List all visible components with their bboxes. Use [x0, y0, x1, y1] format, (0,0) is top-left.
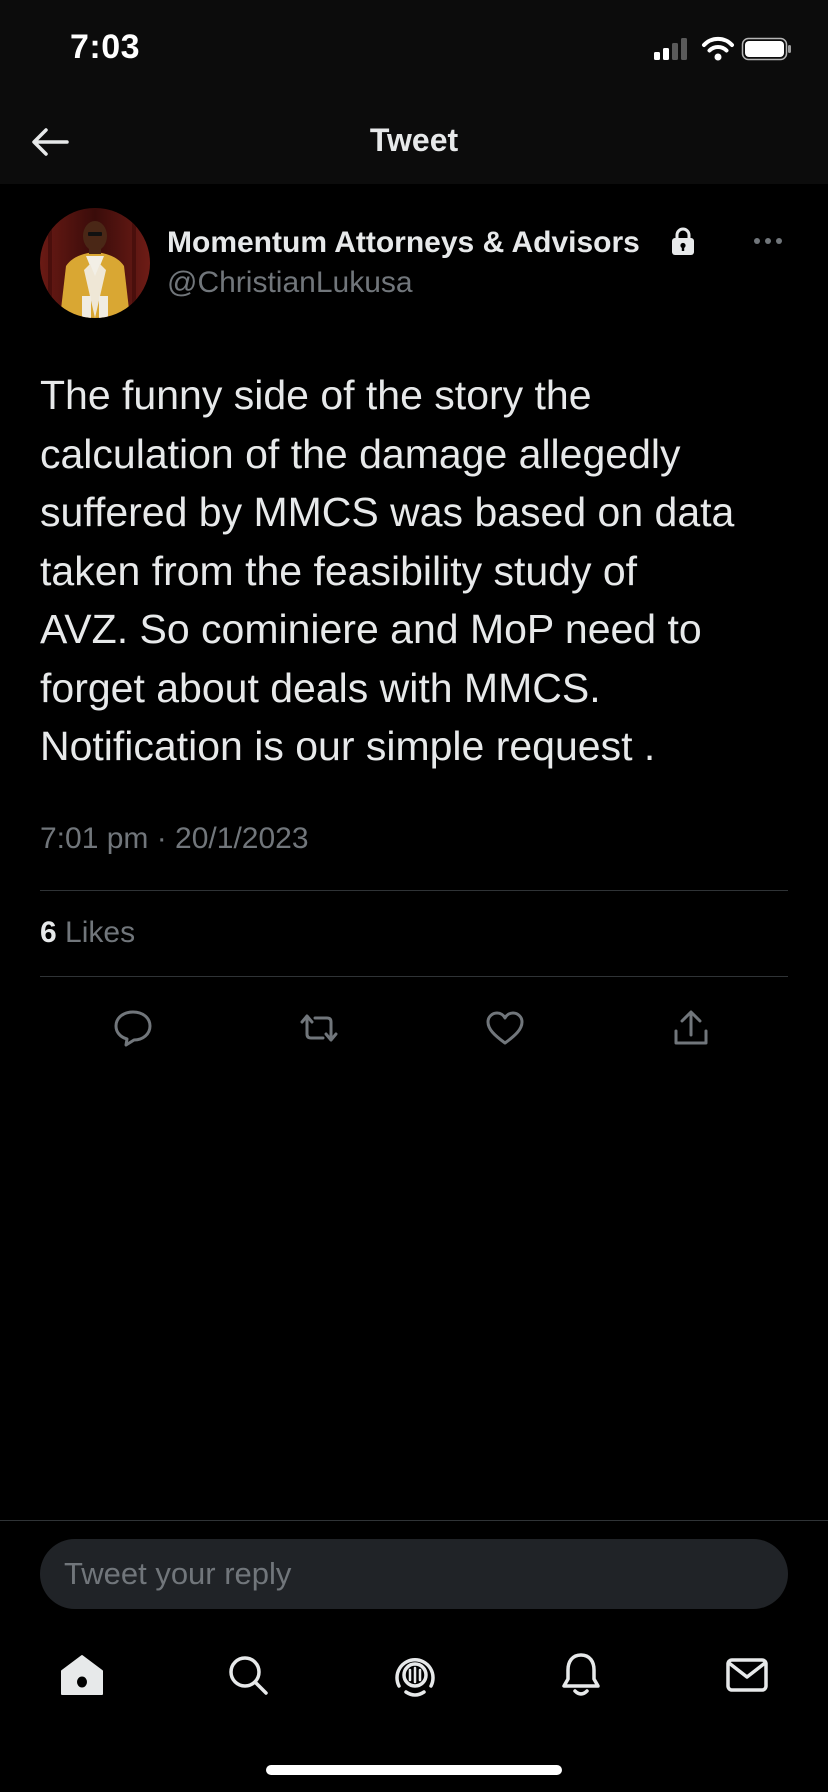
likes-count: 6 [40, 916, 57, 949]
tab-messages[interactable] [712, 1640, 782, 1710]
avatar[interactable] [40, 208, 150, 318]
wifi-icon [702, 36, 734, 61]
tab-bar [0, 1640, 828, 1710]
like-button[interactable] [475, 998, 535, 1058]
status-bar: 7:03 [0, 0, 828, 100]
home-indicator [266, 1765, 562, 1775]
tab-search[interactable] [213, 1640, 283, 1710]
search-icon [229, 1656, 268, 1695]
reply-bar [0, 1520, 828, 1619]
tweet-text-line: suffered by MMCS was based on data [40, 489, 735, 535]
status-icons [654, 36, 791, 61]
tweet-timestamp: 7:01 pm · 20/1/2023 [40, 822, 309, 855]
reply-icon [114, 1010, 152, 1047]
lock-icon [672, 227, 694, 255]
cellular-signal-icon [654, 38, 687, 60]
tab-spaces[interactable] [380, 1640, 450, 1710]
retweet-button[interactable] [289, 998, 349, 1058]
tweet-text: The funny side of the story the calculat… [40, 366, 788, 776]
tweet-text-line: Notification is our simple request . [40, 723, 656, 769]
page-title: Tweet [369, 122, 459, 158]
tweet-text-line: AVZ. So cominiere and MoP need to [40, 606, 702, 652]
home-icon [61, 1655, 103, 1695]
notifications-icon [562, 1653, 600, 1696]
header: Tweet [0, 100, 828, 184]
retweet-icon [300, 1014, 338, 1042]
tweet-actions [40, 998, 788, 1058]
status-time: 7:03 [70, 28, 141, 66]
more-options-button[interactable] [748, 226, 788, 256]
like-icon [486, 1011, 524, 1045]
likes-row[interactable]: 6 Likes [40, 916, 135, 950]
avatar-image [40, 208, 150, 318]
tweet-text-line: forget about deals with MMCS. [40, 664, 601, 711]
tab-notifications[interactable] [546, 1640, 616, 1710]
divider [40, 890, 788, 891]
tweet-text-line: taken from the feasibility study of [40, 547, 638, 594]
share-icon [674, 1010, 708, 1045]
battery-icon [741, 37, 791, 61]
share-button[interactable] [661, 998, 721, 1058]
tweet-text-line: The funny side of the story the [40, 372, 592, 418]
author-name[interactable]: Momentum Attorneys & Advisors [167, 226, 640, 260]
likes-label: Likes [65, 916, 136, 949]
tab-home[interactable] [47, 1640, 117, 1710]
messages-icon [726, 1658, 768, 1692]
tweet-text-line: calculation of the damage allegedly [40, 430, 681, 477]
author-handle[interactable]: @ChristianLukusa [167, 266, 413, 300]
divider [40, 976, 788, 977]
reply-button[interactable] [103, 998, 163, 1058]
reply-input[interactable] [40, 1539, 788, 1609]
more-horizontal-icon [754, 238, 782, 244]
spaces-icon [395, 1658, 435, 1697]
